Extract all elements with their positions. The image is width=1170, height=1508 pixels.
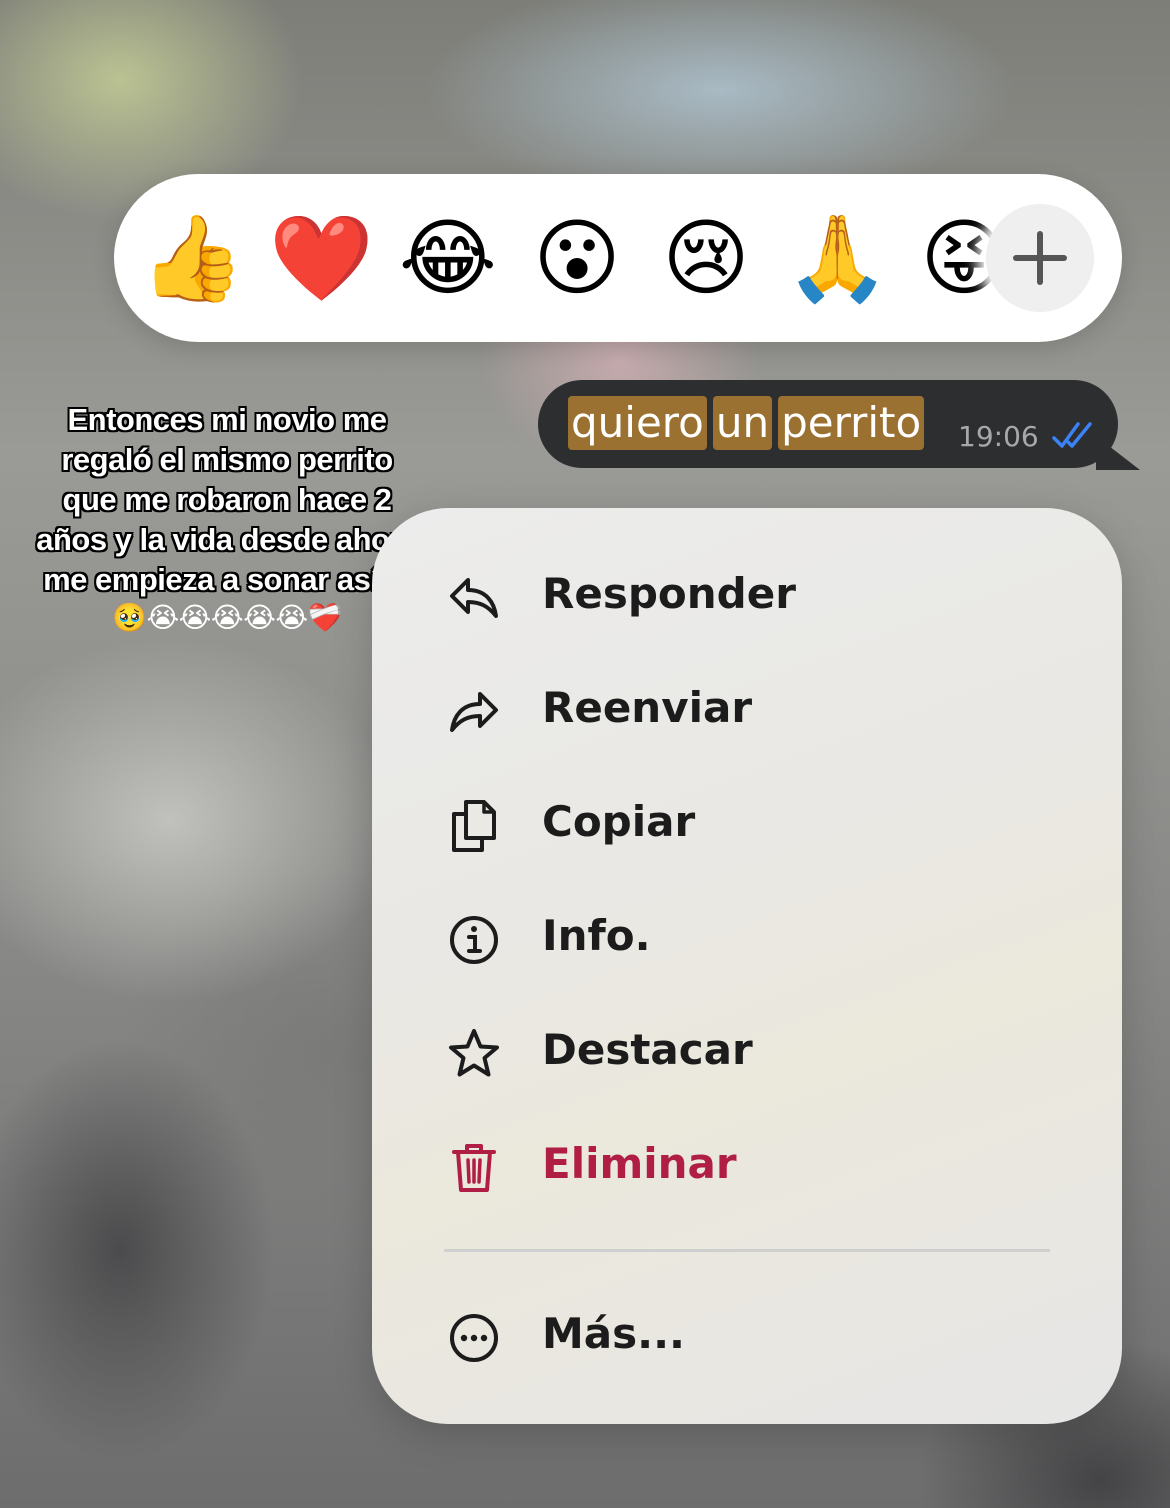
caption-line: me empieza a sonar así ...: [43, 562, 411, 597]
menu-item-responder[interactable]: Responder: [372, 544, 1122, 644]
message-time: 19:06: [958, 420, 1039, 453]
caption-line: años y la vida desde ahora: [36, 522, 418, 557]
reaction-bar: 👍 ❤️ 😂 😮 😢 🙏 😝: [114, 174, 1122, 342]
caption-emoji: 🥹😭😭😭😭😭❤️‍🩹: [112, 601, 342, 634]
message-word: quiero: [568, 396, 707, 450]
context-menu: Responder Reenviar Copiar Info. Destacar: [372, 508, 1122, 1424]
menu-item-label: Destacar: [542, 1025, 753, 1074]
reaction-surprised[interactable]: 😮: [527, 208, 627, 308]
reply-icon: [450, 578, 498, 618]
caption-line: Entonces mi novio me: [67, 402, 387, 437]
menu-item-label: Reenviar: [542, 683, 753, 732]
add-reaction-button[interactable]: [986, 204, 1094, 312]
menu-item-copiar[interactable]: Copiar: [372, 772, 1122, 872]
reaction-praying[interactable]: 🙏: [785, 208, 890, 308]
menu-item-mas[interactable]: Más...: [372, 1284, 1122, 1384]
menu-item-info[interactable]: Info.: [372, 886, 1122, 986]
menu-item-reenviar[interactable]: Reenviar: [372, 658, 1122, 758]
message-text: quiero un perrito: [568, 396, 930, 450]
more-icon: [450, 1314, 498, 1362]
reaction-heart[interactable]: ❤️: [269, 208, 374, 308]
menu-divider: [444, 1249, 1050, 1252]
forward-icon: [450, 692, 498, 732]
reaction-thumbs-up[interactable]: 👍: [140, 208, 245, 308]
plus-icon: [1013, 231, 1067, 285]
menu-item-label: Eliminar: [542, 1139, 737, 1188]
message-word: un: [712, 396, 773, 450]
menu-item-label: Copiar: [542, 797, 696, 846]
menu-item-destacar[interactable]: Destacar: [372, 1000, 1122, 1100]
message-bubble[interactable]: quiero un perrito 19:06: [538, 380, 1118, 468]
menu-item-eliminar[interactable]: Eliminar: [372, 1114, 1122, 1214]
read-ticks-icon: [1052, 422, 1092, 448]
trash-icon: [452, 1144, 496, 1192]
menu-item-label: Más...: [542, 1309, 686, 1358]
star-icon: [449, 1029, 499, 1077]
reaction-crying[interactable]: 😢: [656, 208, 756, 308]
overlay-caption: Entonces mi novio me regaló el mismo per…: [22, 400, 432, 636]
message-word: perrito: [778, 396, 925, 450]
menu-item-label: Responder: [542, 569, 796, 618]
reaction-laughing[interactable]: 😂: [398, 208, 498, 308]
caption-line: que me robaron hace 2: [62, 482, 392, 517]
info-icon: [450, 916, 498, 964]
caption-line: regaló el mismo perrito: [61, 442, 393, 477]
menu-item-label: Info.: [542, 911, 651, 960]
copy-icon: [452, 800, 496, 852]
